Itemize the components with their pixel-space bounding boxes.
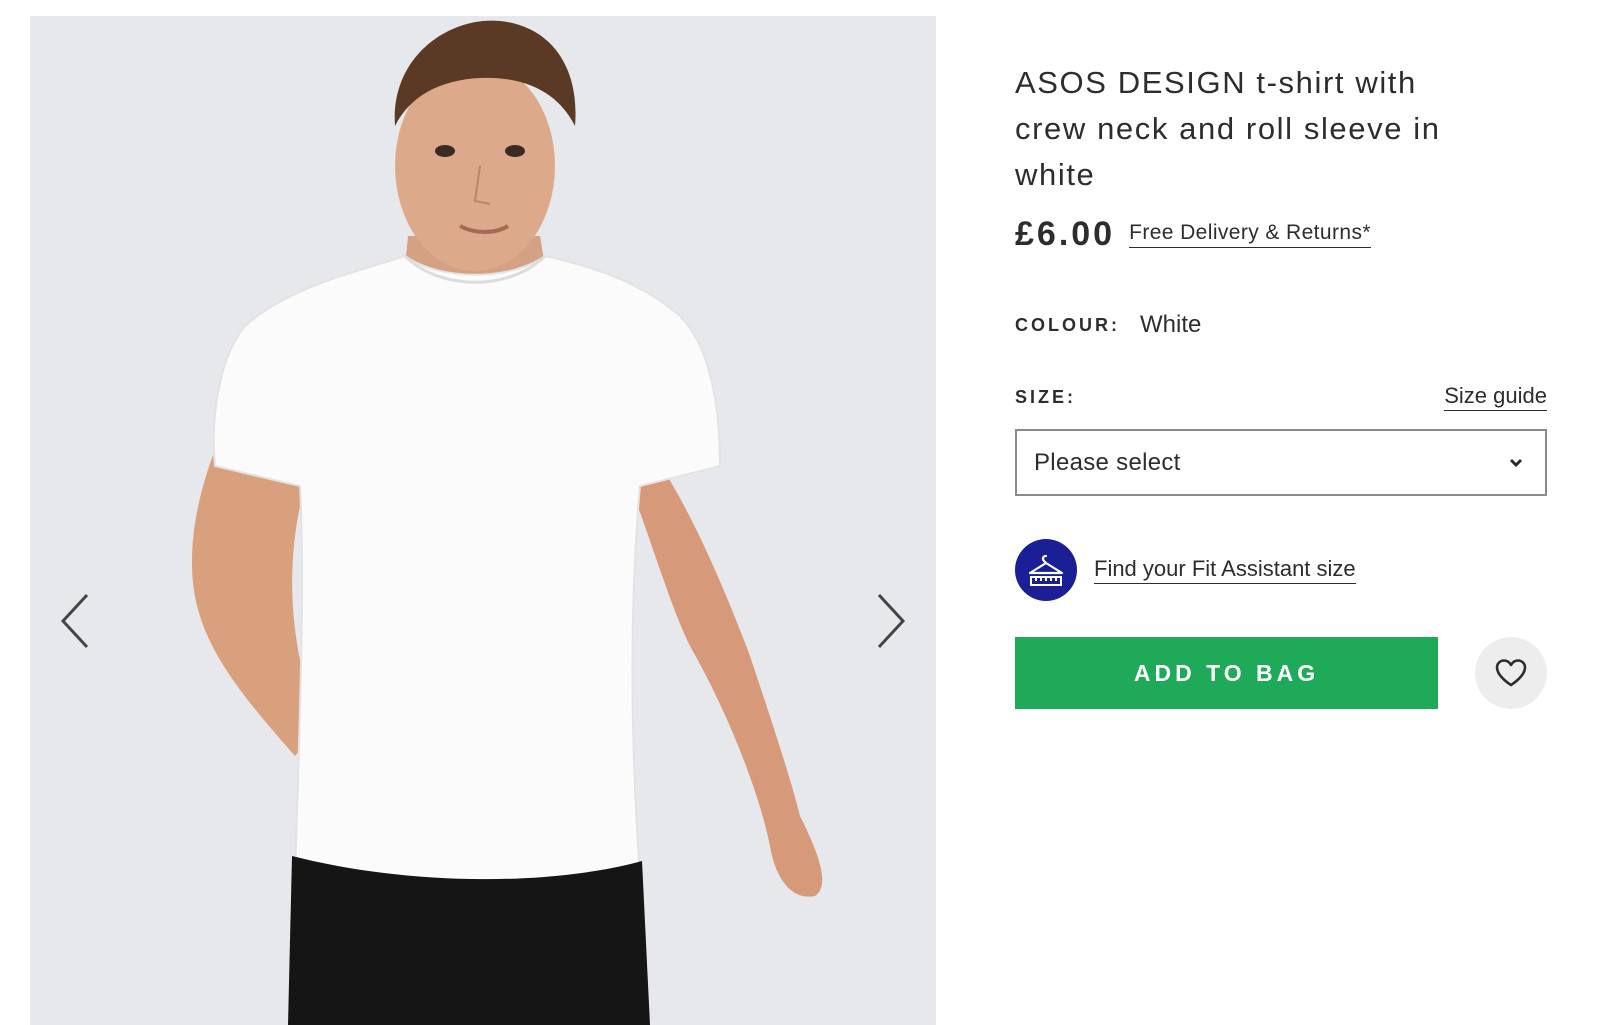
chevron-down-icon <box>1509 458 1523 467</box>
size-select-value: Please select <box>1034 448 1181 476</box>
colour-value: White <box>1140 311 1202 338</box>
size-select[interactable]: Please select <box>1015 429 1547 496</box>
colour-row: COLOUR: White <box>1015 310 1547 340</box>
fit-assistant-row[interactable]: Find your Fit Assistant size <box>1015 539 1547 601</box>
product-image-gallery[interactable] <box>30 16 936 1025</box>
cta-row: ADD TO BAG <box>1015 637 1547 709</box>
product-title: ASOS DESIGN t-shirt with crew neck and r… <box>1015 65 1441 192</box>
gallery-next-button[interactable] <box>868 586 914 656</box>
chevron-right-icon <box>877 593 906 649</box>
chevron-left-icon <box>60 593 89 649</box>
fit-assistant-link[interactable]: Find your Fit Assistant size <box>1094 556 1356 584</box>
size-label: SIZE: <box>1015 386 1077 407</box>
hanger-ruler-icon <box>1015 539 1077 601</box>
save-for-later-button[interactable] <box>1475 637 1547 709</box>
gallery-previous-button[interactable] <box>52 586 98 656</box>
product-image <box>191 20 823 1025</box>
product-price: £6.00 <box>1015 214 1116 253</box>
product-details: ASOS DESIGN t-shirt with crew neck and r… <box>1015 60 1547 709</box>
price-row: £6.00 Free Delivery & Returns* <box>1015 214 1547 254</box>
free-delivery-link[interactable]: Free Delivery & Returns* <box>1129 221 1371 248</box>
add-to-bag-button[interactable]: ADD TO BAG <box>1015 637 1438 709</box>
colour-label: COLOUR: <box>1015 314 1120 335</box>
size-guide-link[interactable]: Size guide <box>1444 383 1547 411</box>
heart-icon <box>1495 659 1527 687</box>
size-row: SIZE: Size guide <box>1015 382 1547 412</box>
